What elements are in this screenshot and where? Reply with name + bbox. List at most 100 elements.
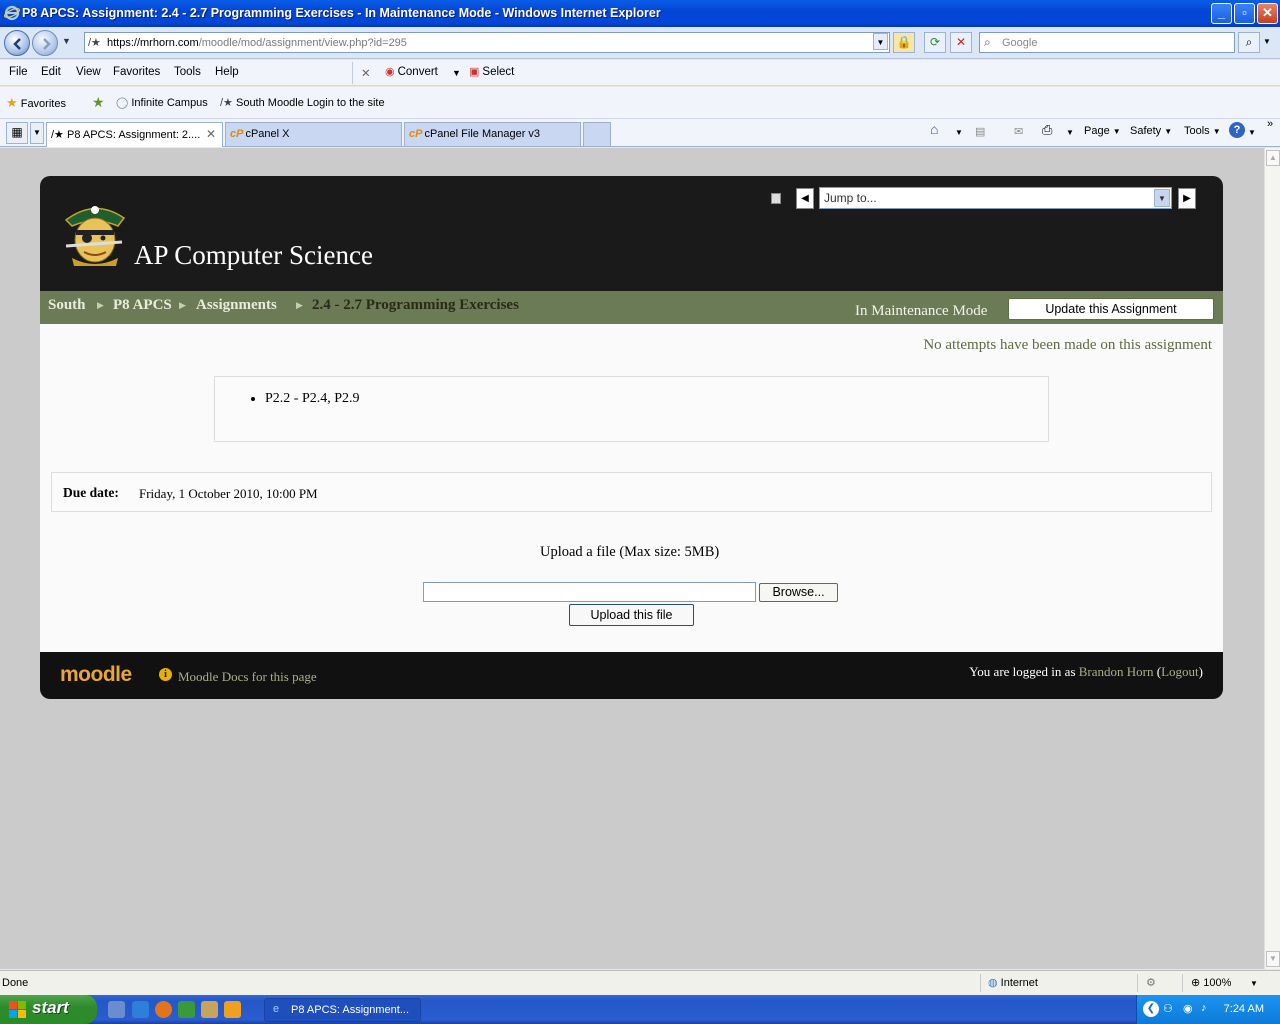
navigation-menu-icon[interactable] [771,193,781,204]
course-title: AP Computer Science [134,240,373,270]
help-icon[interactable]: ? [1229,122,1245,138]
recent-pages-dropdown-icon[interactable]: ▼ [62,36,71,46]
security-zone-label: Internet [1000,977,1038,989]
logout-link[interactable]: Logout [1161,664,1199,679]
search-options-dropdown-icon[interactable]: ▼ [1263,37,1271,46]
address-input[interactable]: /★ https://mrhorn.com/moodle/mod/assignm… [84,32,890,53]
menu-favorites[interactable]: Favorites [113,66,160,78]
moodle-page-icon: /★ [220,97,233,109]
due-date-label: Due date: [63,485,119,500]
ie-page-icon: ◯ [116,97,129,109]
chevron-down-icon: ▼ [1164,127,1173,136]
file-path-input[interactable] [423,582,756,602]
upload-heading: Upload a file (Max size: 5MB) [540,544,720,560]
url-host: https://mrhorn.com [107,37,199,49]
tab-label: cPanel File Manager v3 [424,128,541,140]
favorites-star-icon: ★ [6,95,18,110]
print-icon[interactable]: ⎙ [1042,122,1052,138]
menu-file[interactable]: File [9,66,28,78]
favorite-link-south-moodle[interactable]: /★ South Moodle Login to the site [220,96,385,109]
menu-help[interactable]: Help [215,66,239,78]
help-dropdown-icon[interactable]: ▼ [1248,128,1256,137]
tab-list-dropdown-icon[interactable]: ▼ [30,122,44,144]
window-title: P8 APCS: Assignment: 2.4 - 2.7 Programmi… [22,6,661,20]
upload-file-button[interactable]: Upload this file [569,604,694,626]
zoom-dropdown-icon[interactable]: ▼ [1250,979,1258,988]
moodle-logo[interactable]: moodle [60,663,132,687]
convert-dropdown-icon[interactable]: ▼ [452,68,461,78]
app-quicklaunch-icon[interactable] [224,1001,241,1018]
home-dropdown-icon[interactable]: ▼ [955,128,963,137]
more-commands-icon[interactable]: » [1267,118,1273,130]
vertical-scrollbar[interactable]: ▲ ▼ [1264,148,1280,969]
tab-row: ▦ ▼ /★ P8 APCS: Assignment: 2.... ✕ cP cP… [0,118,1280,147]
address-dropdown-button[interactable]: ▼ [873,33,888,50]
close-window-button[interactable]: ✕ [1257,3,1278,24]
refresh-icon[interactable]: ⟳ [924,32,946,53]
user-quicklaunch-icon[interactable] [201,1001,218,1018]
security-lock-icon[interactable]: 🔒 [893,32,915,53]
refresh-quicklaunch-icon[interactable] [178,1001,195,1018]
volume-tray-icon[interactable]: ♪ [1201,1002,1207,1014]
firefox-quicklaunch-icon[interactable] [155,1001,172,1018]
home-icon[interactable]: ⌂ [930,121,938,137]
show-hidden-icons-icon[interactable]: ❮ [1143,1001,1159,1017]
network-tray-icon[interactable]: ⚇ [1163,1002,1173,1015]
tab-cpanel-file-manager[interactable]: cP cPanel File Manager v3 [404,122,581,146]
tools-menu-button[interactable]: Tools ▼ [1184,125,1221,137]
moodle-docs-link[interactable]: Moodle Docs for this page [178,669,317,685]
info-icon: i [159,668,172,681]
print-dropdown-icon[interactable]: ▼ [1066,128,1074,137]
address-toolbar: ▼ /★ https://mrhorn.com/moodle/mod/assig… [0,27,1280,59]
add-to-favorites-icon[interactable]: ★ [92,94,105,111]
scroll-down-icon[interactable]: ▼ [1266,951,1280,967]
cpanel-icon: cP [230,128,244,140]
start-button[interactable]: start [0,995,97,1024]
new-tab-button[interactable] [583,122,611,146]
jump-to-select[interactable]: Jump to... ▼ [819,187,1172,209]
taskbar-ie-window[interactable]: e P8 APCS: Assignment... [264,998,421,1022]
menu-view[interactable]: View [76,66,101,78]
close-tab-icon[interactable]: ✕ [206,127,216,141]
show-desktop-icon[interactable] [108,1001,125,1018]
back-button[interactable] [4,30,30,56]
feeds-icon[interactable]: ▤ [975,125,985,138]
quick-tabs-icon[interactable]: ▦ [6,122,28,144]
convert-button[interactable]: ◉ Convert [385,65,438,78]
clock[interactable]: 7:24 AM [1224,1003,1264,1015]
scroll-up-icon[interactable]: ▲ [1266,150,1280,166]
stop-icon[interactable]: ✕ [950,32,972,53]
zoom-control[interactable]: ⊕ 100% [1191,976,1231,989]
menu-edit[interactable]: Edit [41,66,61,78]
breadcrumb-south[interactable]: South [48,297,86,314]
browse-button[interactable]: Browse... [759,583,838,602]
next-activity-button[interactable]: ▶ [1178,188,1196,209]
tab-cpanel-x[interactable]: cP cPanel X [225,122,402,146]
maximize-button[interactable]: ▫ [1234,3,1255,24]
breadcrumb-p8-apcs[interactable]: P8 APCS [113,297,172,314]
internet-explorer-quicklaunch-icon[interactable] [132,1001,149,1018]
tab-p8-apcs-assignment[interactable]: /★ P8 APCS: Assignment: 2.... ✕ [46,122,223,147]
security-zone[interactable]: ◍ Internet [988,976,1038,989]
search-input[interactable]: ⌕ Google [979,32,1235,53]
chevron-down-icon: ▼ [1112,127,1121,136]
favorite-link-infinite-campus[interactable]: ◯ Infinite Campus [116,96,208,109]
close-toolbar-icon[interactable]: ✕ [361,66,371,80]
convert-label: Convert [397,66,438,78]
no-attempts-message[interactable]: No attempts have been made on this assig… [923,337,1212,354]
forward-button[interactable] [32,30,58,56]
menu-tools[interactable]: Tools [174,66,201,78]
minimize-button[interactable]: _ [1211,3,1232,24]
favorites-button[interactable]: ★ Favorites [6,95,66,111]
read-mail-icon[interactable]: ✉ [1014,125,1023,138]
previous-activity-button[interactable]: ◀ [796,188,814,209]
safety-menu-button[interactable]: Safety ▼ [1130,125,1172,137]
antivirus-tray-icon[interactable]: ◉ [1183,1002,1193,1015]
page-menu-button[interactable]: Page ▼ [1084,125,1121,137]
search-go-button[interactable]: ⌕ [1238,32,1260,53]
breadcrumb-assignments[interactable]: Assignments [196,297,277,314]
update-assignment-button[interactable]: Update this Assignment [1008,298,1214,320]
select-button[interactable]: ▣ Select [469,65,514,78]
user-profile-link[interactable]: Brandon Horn [1079,664,1154,679]
protected-mode-icon[interactable]: ⚙ [1146,976,1156,989]
